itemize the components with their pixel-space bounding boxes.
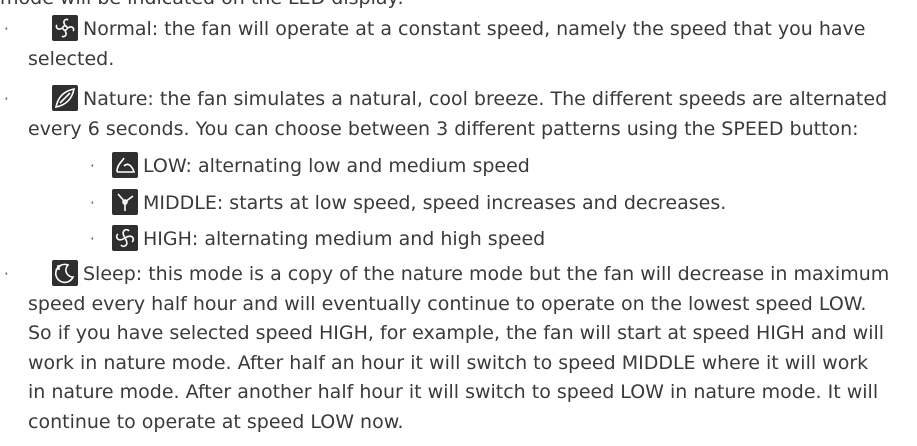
pattern-high-text: HIGH: alternating medium and high speed <box>143 228 546 250</box>
fan-normal-icon <box>52 15 78 41</box>
mode-normal-text: Normal: the fan will operate at a consta… <box>83 18 866 40</box>
bullet: · <box>90 230 95 248</box>
mode-sleep-line: So if you have selected speed HIGH, for … <box>28 322 885 344</box>
mode-sleep-line: speed every half hour and will eventuall… <box>28 293 867 315</box>
sleep-mode-icon <box>52 260 78 286</box>
intro-text: mode will be indicated on the LED displa… <box>0 0 404 14</box>
mode-sleep-line: work in nature mode. After half an hour … <box>28 352 869 374</box>
speed-high-icon <box>112 225 138 251</box>
bullet: · <box>4 20 9 38</box>
pattern-middle-text: MIDDLE: starts at low speed, speed incre… <box>143 192 727 214</box>
mode-normal: Normal: the fan will operate at a consta… <box>52 13 865 45</box>
mode-sleep-text: Sleep: this mode is a copy of the nature… <box>83 263 890 285</box>
pattern-high: HIGH: alternating medium and high speed <box>112 223 545 255</box>
mode-sleep: Sleep: this mode is a copy of the nature… <box>52 258 889 290</box>
pattern-middle: MIDDLE: starts at low speed, speed incre… <box>112 187 726 219</box>
mode-nature-cont: every 6 seconds. You can choose between … <box>28 118 859 140</box>
bullet: · <box>4 265 9 283</box>
bullet: · <box>90 194 95 212</box>
pattern-low: LOW: alternating low and medium speed <box>112 150 530 182</box>
mode-normal-cont: selected. <box>28 48 115 70</box>
pattern-low-text: LOW: alternating low and medium speed <box>143 155 530 177</box>
mode-nature-text: Nature: the fan simulates a natural, coo… <box>83 88 888 110</box>
bullet: · <box>90 157 95 175</box>
mode-sleep-line: continue to operate at speed LOW now. <box>28 411 404 433</box>
speed-middle-icon <box>112 189 138 215</box>
mode-sleep-line: in nature mode. After another half hour … <box>28 381 879 403</box>
leaf-nature-icon <box>52 85 78 111</box>
mode-nature: Nature: the fan simulates a natural, coo… <box>52 83 887 115</box>
speed-low-icon <box>112 152 138 178</box>
bullet: · <box>4 90 9 108</box>
